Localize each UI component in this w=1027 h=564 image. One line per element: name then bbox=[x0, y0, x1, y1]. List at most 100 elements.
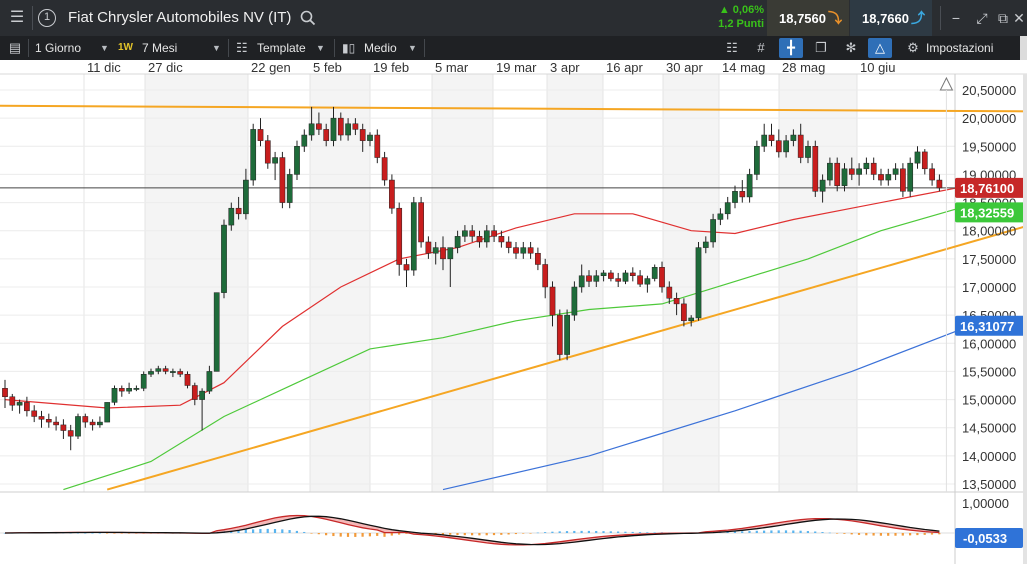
candle-body bbox=[856, 168, 862, 175]
grid-icon[interactable]: # bbox=[749, 38, 773, 58]
histogram-bar bbox=[98, 532, 101, 534]
histogram-bar bbox=[879, 533, 882, 536]
histogram-bar bbox=[485, 533, 488, 536]
candle-body bbox=[396, 207, 403, 265]
week-badge[interactable]: 1W bbox=[118, 36, 133, 60]
histogram-bar bbox=[602, 531, 605, 533]
candle-body bbox=[790, 134, 797, 141]
candle-body bbox=[104, 402, 111, 423]
candle-body bbox=[264, 140, 271, 164]
candle-body bbox=[775, 140, 782, 153]
x-tick-label: 28 mag bbox=[782, 60, 825, 75]
change-percent: ▲ 0,06% bbox=[718, 4, 764, 16]
copy-icon[interactable]: ❐ bbox=[809, 38, 833, 58]
date-band bbox=[663, 74, 719, 492]
expand-icon[interactable]: ⤢ bbox=[970, 0, 994, 36]
histogram-bar bbox=[609, 531, 612, 533]
histogram-bar bbox=[492, 533, 496, 536]
draw-tool-icon[interactable]: ✻ bbox=[839, 38, 863, 58]
candle-body bbox=[907, 162, 914, 192]
chevron-down-icon[interactable]: ▼ bbox=[316, 36, 325, 60]
trading-chart-window: ☰ 1 Fiat Chrysler Automobiles NV (IT) ▲ … bbox=[0, 0, 1027, 564]
candle-body bbox=[827, 162, 833, 181]
template-dropdown[interactable]: Template bbox=[257, 36, 306, 60]
histogram-bar bbox=[784, 530, 788, 533]
list-icon[interactable]: ▤ bbox=[6, 36, 24, 60]
instrument-name: Fiat Chrysler Automobiles NV (IT) bbox=[68, 9, 292, 26]
vertical-scrollbar[interactable] bbox=[1020, 36, 1027, 60]
candle-body bbox=[469, 230, 476, 237]
histogram-bar bbox=[755, 530, 758, 533]
chart-area[interactable]: 11 dic 27 dic 22 gen 5 feb 19 feb 5 mar 19 mar… bbox=[0, 60, 1027, 564]
settings-button[interactable]: Impostazioni bbox=[926, 36, 993, 60]
buy-price: 18,7660 bbox=[862, 11, 909, 26]
candle-body bbox=[177, 371, 184, 375]
sell-price-button[interactable]: 18,7560 ⤵ bbox=[767, 0, 849, 36]
candle-body bbox=[608, 272, 614, 279]
candle-body bbox=[936, 179, 943, 189]
range-dropdown[interactable]: 7 Mesi bbox=[142, 36, 177, 60]
indicator-list-icon[interactable]: ☷ bbox=[720, 38, 744, 58]
candle-body bbox=[257, 129, 264, 141]
price-chart[interactable]: 11 dic 27 dic 22 gen 5 feb 19 feb 5 mar 19 mar… bbox=[0, 60, 1027, 564]
candle-body bbox=[286, 174, 293, 203]
date-band bbox=[145, 74, 248, 492]
histogram-bar bbox=[894, 533, 897, 536]
gear-icon[interactable]: ⚙ bbox=[901, 38, 925, 58]
candle-body bbox=[732, 191, 738, 203]
shape-tool-icon[interactable]: △ bbox=[868, 38, 892, 58]
price-label-text: 18,32559 bbox=[960, 205, 1014, 220]
histogram-bar bbox=[565, 531, 569, 533]
candle-body bbox=[228, 207, 235, 226]
candle-body bbox=[199, 390, 205, 400]
search-icon[interactable] bbox=[298, 0, 318, 40]
candlestick-icon[interactable]: ▮▯ bbox=[342, 36, 355, 60]
chevron-down-icon[interactable]: ▼ bbox=[408, 36, 417, 60]
candle-body bbox=[45, 419, 52, 423]
histogram-bar bbox=[777, 530, 780, 533]
histogram-bar bbox=[770, 530, 773, 533]
right-scroll-strip bbox=[1023, 74, 1027, 564]
candle-body bbox=[133, 388, 140, 390]
y-tick-label: 15,00000 bbox=[962, 393, 1016, 408]
minimize-icon[interactable]: − bbox=[945, 0, 967, 36]
candle-body bbox=[148, 371, 154, 375]
candle-body bbox=[170, 371, 176, 373]
candle-body bbox=[352, 123, 359, 130]
candle-body bbox=[206, 371, 213, 392]
info-icon[interactable]: 1 bbox=[38, 9, 56, 27]
candle-body bbox=[118, 388, 125, 392]
oscillator-value-text: -0,0533 bbox=[963, 531, 1007, 546]
candle-body bbox=[885, 174, 892, 181]
histogram-bar bbox=[266, 528, 269, 533]
template-icon[interactable]: ☷ bbox=[236, 36, 248, 60]
histogram-bar bbox=[909, 533, 912, 536]
candle-body bbox=[272, 157, 278, 164]
candle-body bbox=[38, 416, 45, 420]
histogram-bar bbox=[317, 533, 320, 535]
chevron-down-icon[interactable]: ▼ bbox=[100, 36, 109, 60]
candle-body bbox=[323, 129, 330, 141]
period-dropdown[interactable]: 1 Giorno bbox=[35, 36, 81, 60]
histogram-bar bbox=[529, 533, 532, 534]
close-icon[interactable]: ✕ bbox=[1010, 0, 1027, 36]
candle-body bbox=[316, 123, 322, 130]
chevron-down-icon[interactable]: ▼ bbox=[212, 36, 221, 60]
title-divider bbox=[32, 6, 33, 30]
histogram-bar bbox=[106, 533, 109, 534]
candle-body bbox=[75, 416, 81, 437]
histogram-bar bbox=[383, 533, 386, 537]
chart-type-dropdown[interactable]: Medio bbox=[364, 36, 397, 60]
buy-price-button[interactable]: 18,7660 ⤴ bbox=[850, 0, 932, 36]
candle-body bbox=[491, 230, 497, 237]
y-tick-label: 15,50000 bbox=[962, 364, 1016, 379]
candle-body bbox=[16, 402, 23, 406]
histogram-bar bbox=[478, 533, 481, 536]
crosshair-icon[interactable]: ╋ bbox=[779, 38, 803, 58]
histogram-bar bbox=[843, 533, 846, 534]
y-tick-label: 16,00000 bbox=[962, 336, 1016, 351]
hamburger-menu-icon[interactable]: ☰ bbox=[6, 0, 28, 36]
x-tick-label: 10 giu bbox=[860, 60, 895, 75]
candle-body bbox=[651, 267, 658, 279]
candle-body bbox=[863, 162, 870, 170]
